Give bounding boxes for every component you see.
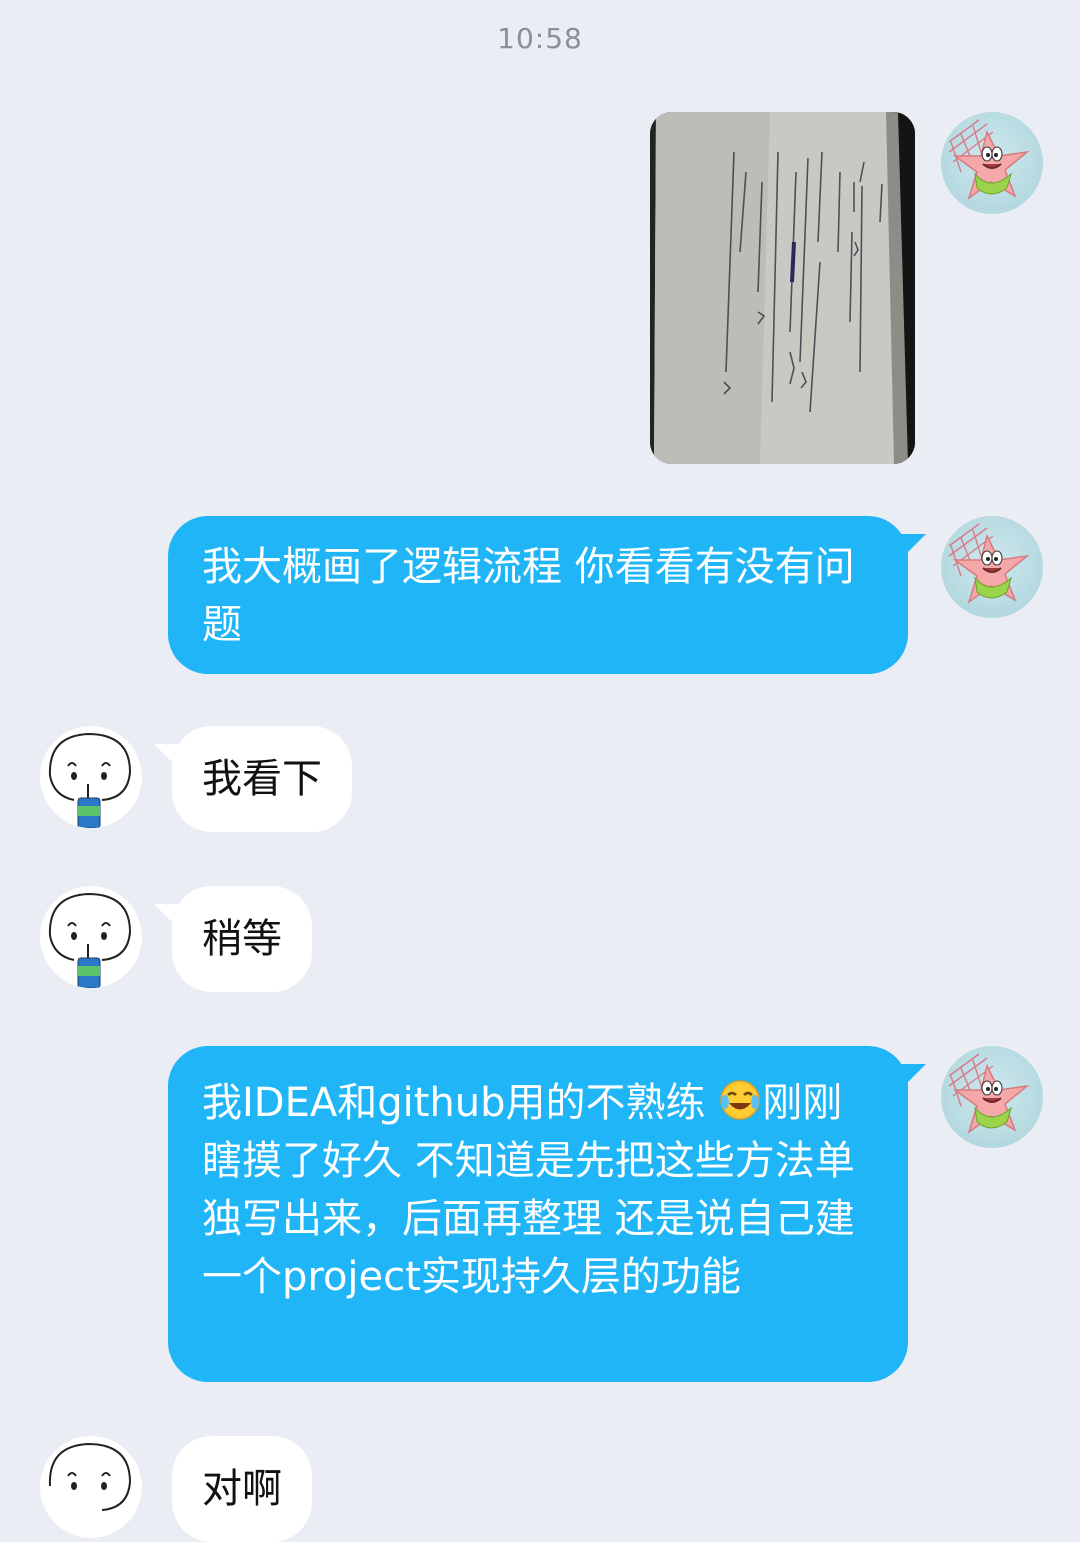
self-avatar[interactable] (941, 516, 1043, 618)
message-text: 对啊 (202, 1466, 282, 1512)
contact-avatar[interactable] (40, 726, 142, 828)
crying-laugh-emoji-icon (718, 1078, 762, 1122)
outgoing-message-bubble[interactable]: 我大概画了逻辑流程 你看看有没有问题 (168, 516, 908, 674)
bubble-tail (900, 534, 926, 560)
outgoing-message-bubble[interactable]: 我IDEA和github用的不熟练 刚刚瞎摸了好久 不知道是先把这些方法单独写出… (168, 1046, 908, 1382)
self-avatar[interactable] (941, 112, 1043, 214)
patrick-star-avatar-icon (948, 523, 1030, 604)
message-text: 我IDEA和github用的不熟练 (202, 1080, 719, 1126)
message-text: 我看下 (202, 756, 322, 802)
patrick-star-avatar-icon (948, 119, 1030, 200)
self-avatar[interactable] (941, 1046, 1043, 1148)
incoming-message-bubble[interactable]: 稍等 (172, 886, 312, 992)
doodle-face-avatar-icon (48, 892, 132, 988)
contact-avatar[interactable] (40, 886, 142, 988)
message-text: 稍等 (202, 916, 282, 962)
doodle-face-avatar-icon (48, 1442, 132, 1511)
incoming-message-bubble[interactable]: 对啊 (172, 1436, 312, 1542)
shared-photo-message[interactable] (650, 112, 915, 464)
doodle-face-avatar-icon (48, 732, 132, 828)
incoming-message-bubble[interactable]: 我看下 (172, 726, 352, 832)
bubble-tail (900, 1064, 926, 1090)
contact-avatar[interactable] (40, 1436, 142, 1538)
message-text: 我大概画了逻辑流程 你看看有没有问题 (202, 544, 855, 648)
patrick-star-avatar-icon (948, 1053, 1030, 1134)
message-timestamp: 10:58 (497, 22, 583, 55)
notebook-photo-image (650, 112, 915, 464)
